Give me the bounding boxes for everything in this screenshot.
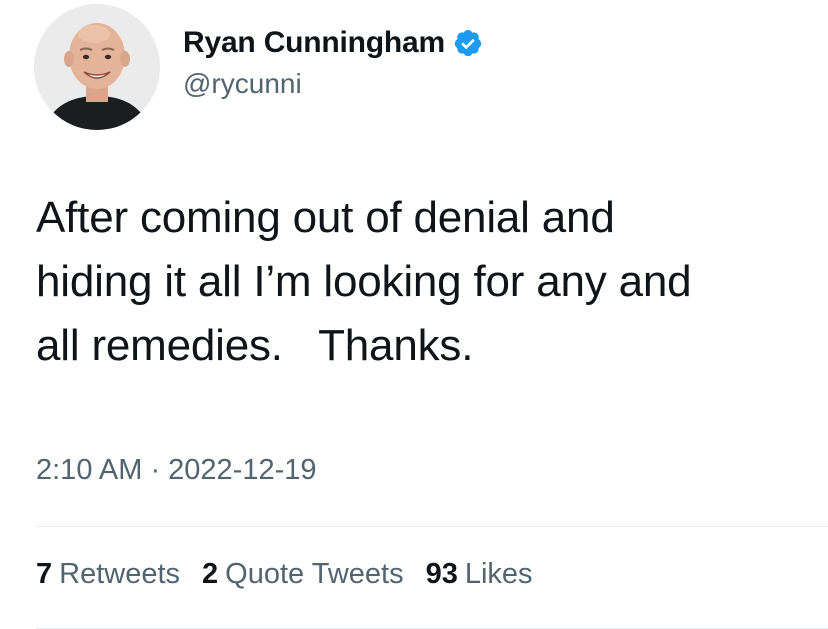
display-name[interactable]: Ryan Cunningham — [183, 26, 445, 60]
likes-count: 93 — [425, 558, 458, 590]
retweets-stat[interactable]: 7 Retweets — [36, 558, 180, 591]
likes-stat[interactable]: 93 Likes — [426, 558, 533, 591]
name-row: Ryan Cunningham — [183, 24, 483, 62]
quote-tweets-count: 2 — [202, 558, 219, 590]
avatar[interactable] — [34, 4, 160, 130]
user-handle[interactable]: @rycunni — [183, 68, 483, 100]
profile-photo — [34, 4, 160, 130]
quote-tweets-stat[interactable]: 2 Quote Tweets — [202, 558, 404, 591]
retweets-count: 7 — [36, 558, 53, 590]
retweets-label: Retweets — [59, 558, 181, 590]
tweet-timestamp[interactable]: 2:10 AM · 2022-12-19 — [36, 454, 317, 487]
author-block: Ryan Cunningham @rycunni — [183, 24, 483, 100]
engagement-stats: 7 Retweets 2 Quote Tweets 93 Likes — [36, 558, 555, 591]
divider — [36, 526, 828, 527]
likes-label: Likes — [464, 558, 533, 590]
tweet-card: Ryan Cunningham @rycunni After coming ou… — [0, 0, 828, 629]
quote-tweets-label: Quote Tweets — [225, 558, 404, 590]
tweet-text: After coming out of denial and hiding it… — [36, 193, 692, 370]
verified-badge-icon — [453, 28, 483, 58]
